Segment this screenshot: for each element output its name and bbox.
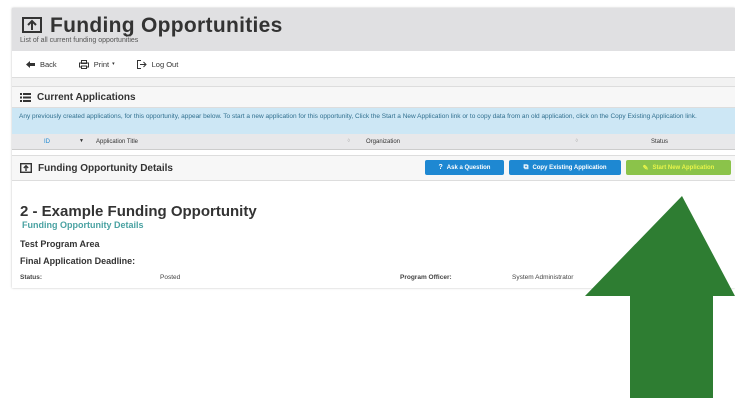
print-button[interactable]: Print ▾ [78,59,115,69]
page-title: Funding Opportunities [50,14,283,37]
upload-box-icon [20,163,32,173]
question-icon: ? [438,164,443,171]
logout-icon [136,59,147,69]
col-organization[interactable]: Organization ◊ [356,134,584,149]
page-subtitle: List of all current funding opportunitie… [20,37,139,44]
status-value: Posted [160,274,181,281]
opportunity-subtitle: Funding Opportunity Details [22,220,144,230]
caret-down-icon: ▾ [112,61,115,67]
edit-icon: ✎ [642,164,649,172]
back-arrow-icon [26,60,35,68]
upload-box-icon [22,17,42,33]
logout-button[interactable]: Log Out [136,59,179,69]
back-label: Back [40,59,57,69]
copy-existing-button[interactable]: ⧉ Copy Existing Application [509,160,621,175]
sort-icon: ◊ [575,138,578,144]
col-application-title[interactable]: Application Title ◊ [82,134,356,149]
funding-details-title: Funding Opportunity Details [38,162,173,174]
up-arrow-icon [585,196,735,398]
officer-label: Program Officer: [400,274,452,281]
copy-icon: ⧉ [523,163,529,171]
funding-details-header: Funding Opportunity Details ? Ask a Ques… [12,155,735,181]
back-button[interactable]: Back [26,60,57,69]
officer-value: System Administrator [512,274,574,281]
toolbar: Back Print ▾ Log Out [12,51,735,78]
printer-icon [78,59,89,69]
deadline-label: Final Application Deadline: [20,256,136,266]
current-applications-header: Current Applications [12,86,735,108]
status-label: Status: [20,274,43,281]
list-icon [20,92,31,102]
start-new-application-button[interactable]: ✎ Start New Application [626,160,731,175]
col-status[interactable]: Status [584,134,735,149]
current-applications-title: Current Applications [37,91,136,103]
print-label: Print [93,59,110,69]
ask-question-button[interactable]: ? Ask a Question [425,160,504,175]
info-alert: Any previously created applications, for… [12,108,735,134]
opportunity-title: 2 - Example Funding Opportunity [20,203,257,220]
program-area: Test Program Area [20,239,100,249]
col-id[interactable]: ID ▼ [12,134,84,149]
spacer [12,78,735,86]
applications-table-header: ID ▼ Application Title ◊ Organization ◊ … [12,134,735,150]
logout-label: Log Out [151,59,179,69]
page-header: Funding Opportunities List of all curren… [12,8,735,51]
sort-icon: ◊ [347,138,350,144]
